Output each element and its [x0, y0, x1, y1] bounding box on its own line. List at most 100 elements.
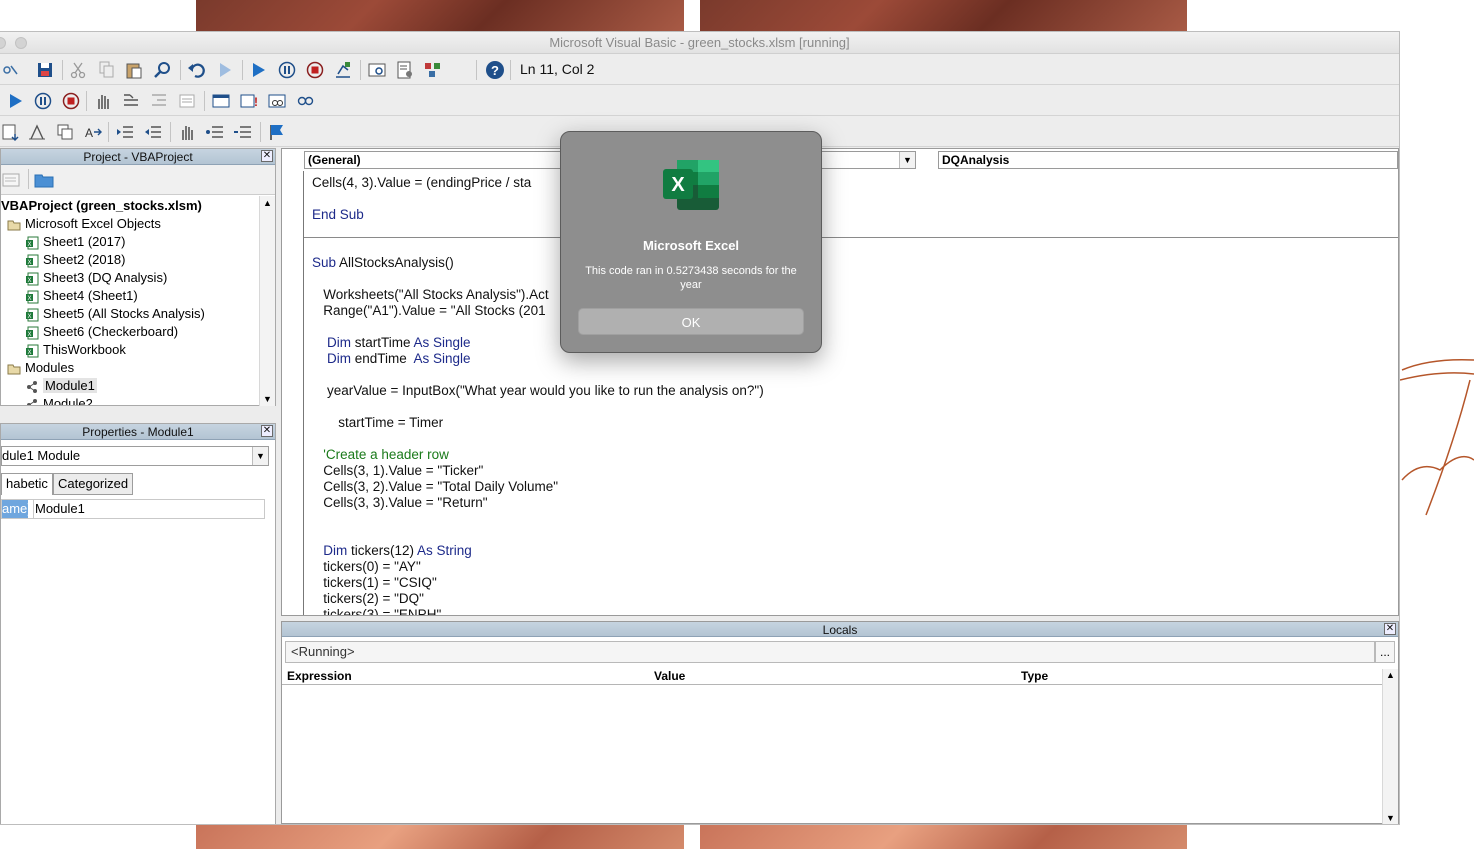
break-icon[interactable]: [32, 90, 54, 112]
column-header-value[interactable]: Value: [649, 669, 1017, 685]
code-line[interactable]: End Sub: [312, 207, 364, 222]
code-line[interactable]: Dim tickers(12) As String: [312, 543, 472, 558]
module-icon: [25, 396, 43, 405]
tree-item-module-node[interactable]: Module1: [1, 377, 259, 395]
code-line[interactable]: Cells(3, 1).Value = "Ticker": [312, 463, 483, 478]
design-mode-icon[interactable]: [332, 59, 354, 81]
tree-item-folder-node[interactable]: Modules: [1, 359, 259, 377]
run-icon[interactable]: [4, 90, 26, 112]
break-icon[interactable]: [276, 59, 298, 81]
code-line[interactable]: tickers(1) = "CSIQ": [312, 575, 436, 590]
uncomment-block-icon[interactable]: [232, 121, 254, 143]
list-properties-icon[interactable]: [0, 121, 22, 143]
property-row-name[interactable]: ame) Module1: [1, 499, 265, 519]
procedure-combo[interactable]: DQAnalysis: [938, 151, 1398, 169]
tree-item-sheet-node[interactable]: X Sheet1 (2017): [1, 233, 259, 251]
code-line[interactable]: startTime = Timer: [312, 415, 443, 430]
excel-sheet-icon: X: [25, 342, 43, 358]
run-icon[interactable]: [247, 59, 269, 81]
reset-icon[interactable]: [60, 90, 82, 112]
code-line[interactable]: Dim startTime As Single: [312, 335, 471, 350]
project-tree-scrollbar[interactable]: ▲ ▼: [259, 196, 275, 406]
tree-item-sheet-node[interactable]: X ThisWorkbook: [1, 341, 259, 359]
properties-object-combo[interactable]: dule1 Module ▼: [1, 446, 269, 466]
locals-close-icon[interactable]: ✕: [1384, 623, 1396, 635]
reset-icon[interactable]: [304, 59, 326, 81]
call-stack-button[interactable]: ...: [1375, 641, 1395, 663]
code-line[interactable]: Range("A1").Value = "All Stocks (201: [312, 303, 545, 318]
code-line[interactable]: yearValue = InputBox("What year would yo…: [312, 383, 764, 398]
tree-item-label: Sheet3 (DQ Analysis): [43, 270, 168, 285]
excel-app-icon: X: [663, 160, 719, 210]
quick-info-icon[interactable]: [54, 121, 76, 143]
outdent-icon[interactable]: [142, 121, 164, 143]
indent-icon[interactable]: [114, 121, 136, 143]
chevron-down-icon[interactable]: ▼: [252, 447, 268, 465]
tree-item-label: Sheet2 (2018): [43, 252, 126, 267]
project-panel-close-icon[interactable]: ✕: [261, 150, 273, 162]
properties-window-icon[interactable]: [394, 59, 416, 81]
code-line[interactable]: Cells(3, 2).Value = "Total Daily Volume": [312, 479, 558, 494]
code-line[interactable]: Cells(3, 3).Value = "Return": [312, 495, 487, 510]
copy-icon[interactable]: [95, 59, 117, 81]
code-line[interactable]: tickers(2) = "DQ": [312, 591, 424, 606]
tree-item-sheet-node[interactable]: X Sheet2 (2018): [1, 251, 259, 269]
find-icon[interactable]: [152, 59, 174, 81]
column-header-expression[interactable]: Expression: [282, 669, 650, 685]
properties-panel-title: Properties - Module1 ✕: [1, 424, 275, 440]
tree-item-sheet-node[interactable]: X Sheet5 (All Stocks Analysis): [1, 305, 259, 323]
tree-item-label: Module1: [43, 378, 97, 393]
code-line[interactable]: tickers(0) = "AY": [312, 559, 420, 574]
window-minimize-button[interactable]: [0, 37, 6, 49]
toggle-breakpoint-icon[interactable]: [176, 121, 198, 143]
code-editor[interactable]: Cells(4, 3).Value = (endingPrice / sta En…: [312, 171, 1398, 615]
code-line[interactable]: Sub AllStocksAnalysis(): [312, 255, 454, 270]
redo-icon[interactable]: [214, 59, 236, 81]
tree-item-sheet-node[interactable]: X Sheet3 (DQ Analysis): [1, 269, 259, 287]
tree-item-module-node[interactable]: Module2: [1, 395, 259, 405]
tree-item-sheet-node[interactable]: X Sheet6 (Checkerboard): [1, 323, 259, 341]
code-token: Cells(3, 1).Value = "Ticker": [312, 463, 484, 478]
cut-icon[interactable]: [67, 59, 89, 81]
window-zoom-button[interactable]: [15, 37, 27, 49]
project-explorer-icon[interactable]: [366, 59, 388, 81]
tree-item-sheet-node[interactable]: X Sheet4 (Sheet1): [1, 287, 259, 305]
locals-window-icon[interactable]: [210, 90, 232, 112]
ok-button[interactable]: OK: [578, 308, 804, 335]
tree-item-project-node[interactable]: VBAProject (green_stocks.xlsm): [1, 197, 259, 215]
view-code-icon[interactable]: [1, 169, 23, 191]
code-line[interactable]: tickers(3) = "ENPH": [312, 607, 441, 615]
properties-object-combo-value: dule1 Module: [2, 448, 81, 463]
immediate-window-icon[interactable]: !: [238, 90, 260, 112]
code-line[interactable]: Dim endTime As Single: [312, 351, 471, 366]
code-line[interactable]: Cells(4, 3).Value = (endingPrice / sta: [312, 175, 531, 190]
paste-icon[interactable]: [123, 59, 145, 81]
tab-alphabetic[interactable]: habetic: [1, 473, 53, 495]
locals-scrollbar[interactable]: ▲ ▼: [1382, 669, 1398, 824]
step-out-icon[interactable]: [176, 90, 198, 112]
complete-word-icon[interactable]: A: [82, 121, 104, 143]
tree-item-label: ThisWorkbook: [43, 342, 126, 357]
chevron-down-icon[interactable]: ▼: [899, 152, 915, 168]
code-line[interactable]: Worksheets("All Stocks Analysis").Act: [312, 287, 548, 302]
tab-categorized[interactable]: Categorized: [53, 473, 134, 495]
toggle-folders-icon[interactable]: [33, 169, 55, 191]
toggle-breakpoint-icon[interactable]: [92, 90, 114, 112]
watch-window-icon[interactable]: [266, 90, 288, 112]
help-icon[interactable]: ?: [484, 59, 506, 81]
quick-watch-icon[interactable]: [294, 90, 316, 112]
column-header-type[interactable]: Type: [1016, 669, 1384, 685]
code-line[interactable]: 'Create a header row: [312, 447, 449, 462]
object-browser-icon[interactable]: [422, 59, 444, 81]
tree-item-folder-node[interactable]: Microsoft Excel Objects: [1, 215, 259, 233]
toggle-bookmark-icon[interactable]: [266, 121, 288, 143]
save-icon[interactable]: [34, 59, 56, 81]
undo-icon[interactable]: [186, 59, 208, 81]
code-margin-indicator-bar[interactable]: [282, 171, 304, 615]
step-over-icon[interactable]: [148, 90, 170, 112]
list-constants-icon[interactable]: [26, 121, 48, 143]
step-into-icon[interactable]: [120, 90, 142, 112]
comment-block-icon[interactable]: [204, 121, 226, 143]
insert-object-icon[interactable]: [0, 59, 22, 81]
properties-panel-close-icon[interactable]: ✕: [261, 425, 273, 437]
